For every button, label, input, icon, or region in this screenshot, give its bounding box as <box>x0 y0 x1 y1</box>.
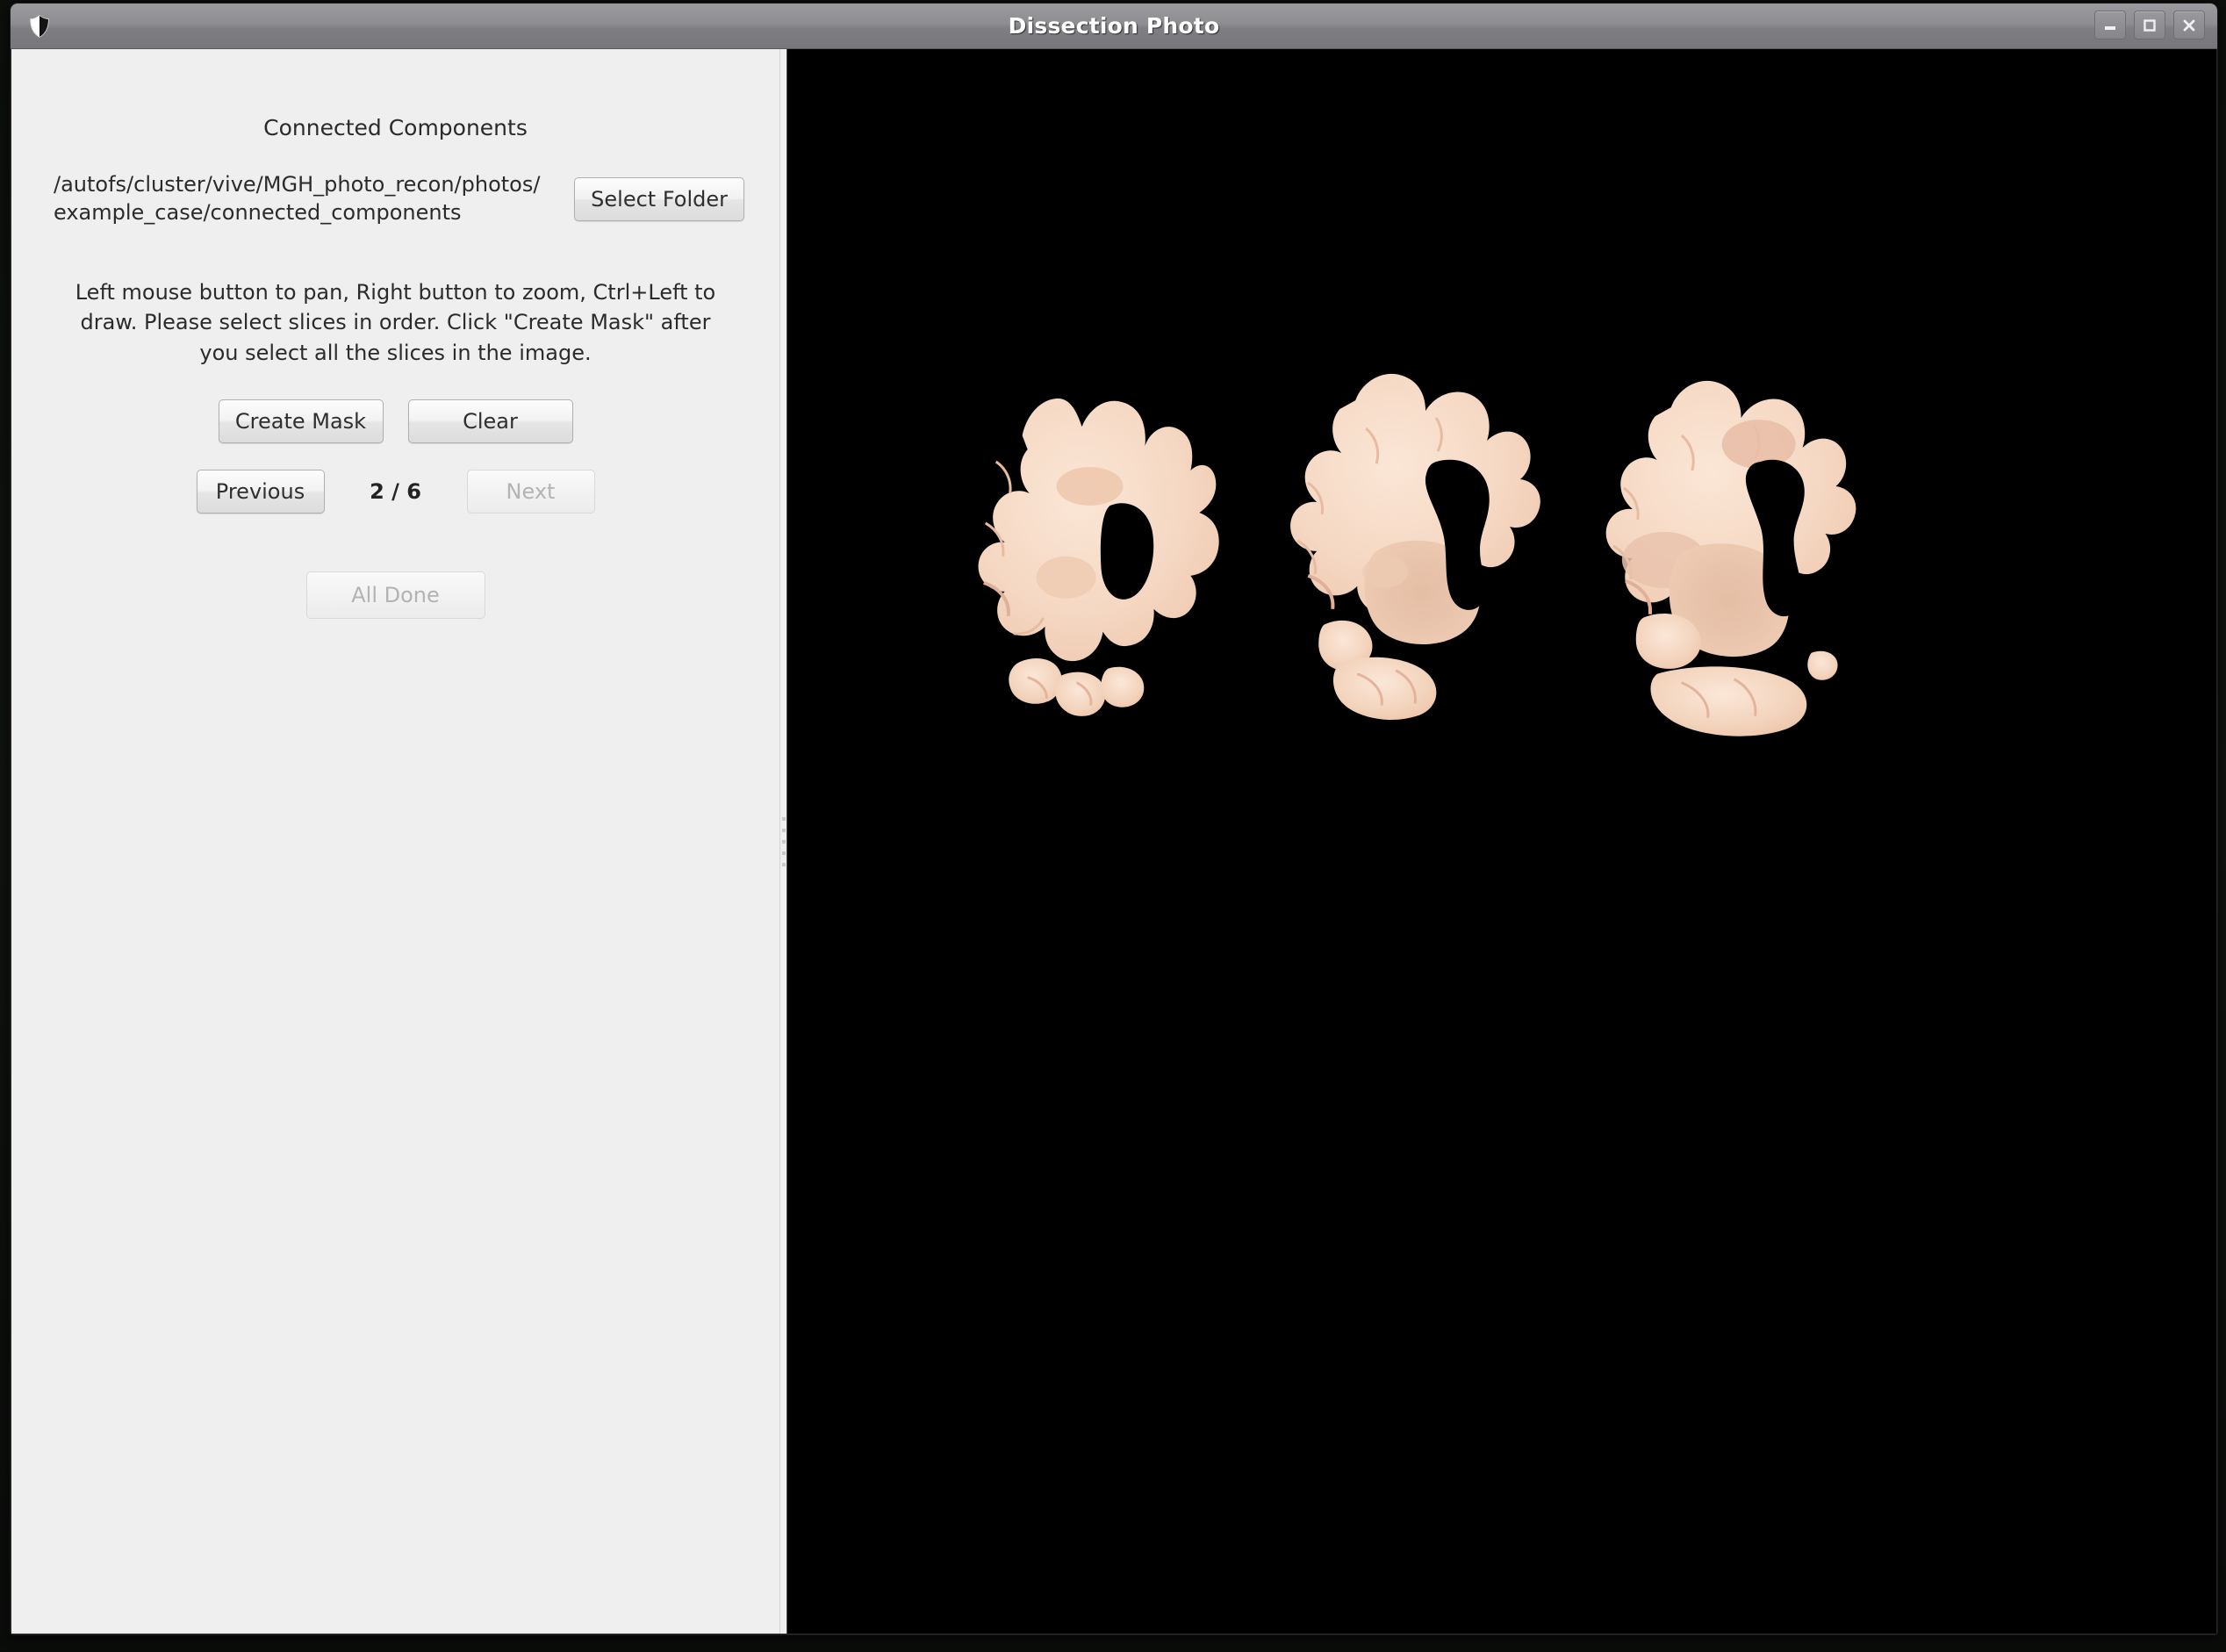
page-counter: 2 / 6 <box>370 478 421 504</box>
window-title: Dissection Photo <box>1008 13 1220 39</box>
all-done-row: All Done <box>11 571 779 619</box>
maximize-icon[interactable] <box>2134 11 2165 40</box>
all-done-button[interactable]: All Done <box>305 571 485 619</box>
folder-path-text: /autofs/cluster/vive/MGH_photo_recon/pho… <box>54 171 555 226</box>
create-mask-button[interactable]: Create Mask <box>218 399 384 443</box>
image-viewer[interactable] <box>787 49 2216 1634</box>
brain-slices-group <box>787 49 2216 1634</box>
minimize-icon[interactable] <box>2094 11 2126 40</box>
instructions-text: Left mouse button to pan, Right button t… <box>75 280 716 365</box>
mask-actions-row: Create Mask Clear <box>11 399 779 443</box>
shield-icon <box>23 10 56 43</box>
splitter-grip-icon <box>782 816 786 866</box>
window-body: Connected Components /autofs/cluster/viv… <box>11 49 2217 1634</box>
folder-path-line-2: example_case/connected_components <box>54 199 462 225</box>
panel-splitter[interactable] <box>780 49 787 1634</box>
folder-path-row: /autofs/cluster/vive/MGH_photo_recon/pho… <box>11 171 779 226</box>
folder-path-line-1: /autofs/cluster/vive/MGH_photo_recon/pho… <box>54 172 541 197</box>
page-title: Connected Components <box>263 115 528 140</box>
application-window: Dissection Photo Connected Components /a… <box>11 4 2217 1634</box>
select-folder-button[interactable]: Select Folder <box>574 176 744 221</box>
brain-slices-svg <box>787 49 2216 1634</box>
canvas-background <box>787 49 2216 1634</box>
screen: Dissection Photo Connected Components /a… <box>0 0 2226 1652</box>
navigation-row: Previous 2 / 6 Next <box>11 469 779 514</box>
previous-button[interactable]: Previous <box>196 469 325 514</box>
window-controls <box>2094 11 2205 40</box>
clear-button[interactable]: Clear <box>407 399 573 443</box>
close-icon[interactable] <box>2173 11 2205 40</box>
control-panel: Connected Components /autofs/cluster/viv… <box>11 49 780 1634</box>
next-button[interactable]: Next <box>466 469 595 514</box>
title-bar[interactable]: Dissection Photo <box>11 4 2217 49</box>
